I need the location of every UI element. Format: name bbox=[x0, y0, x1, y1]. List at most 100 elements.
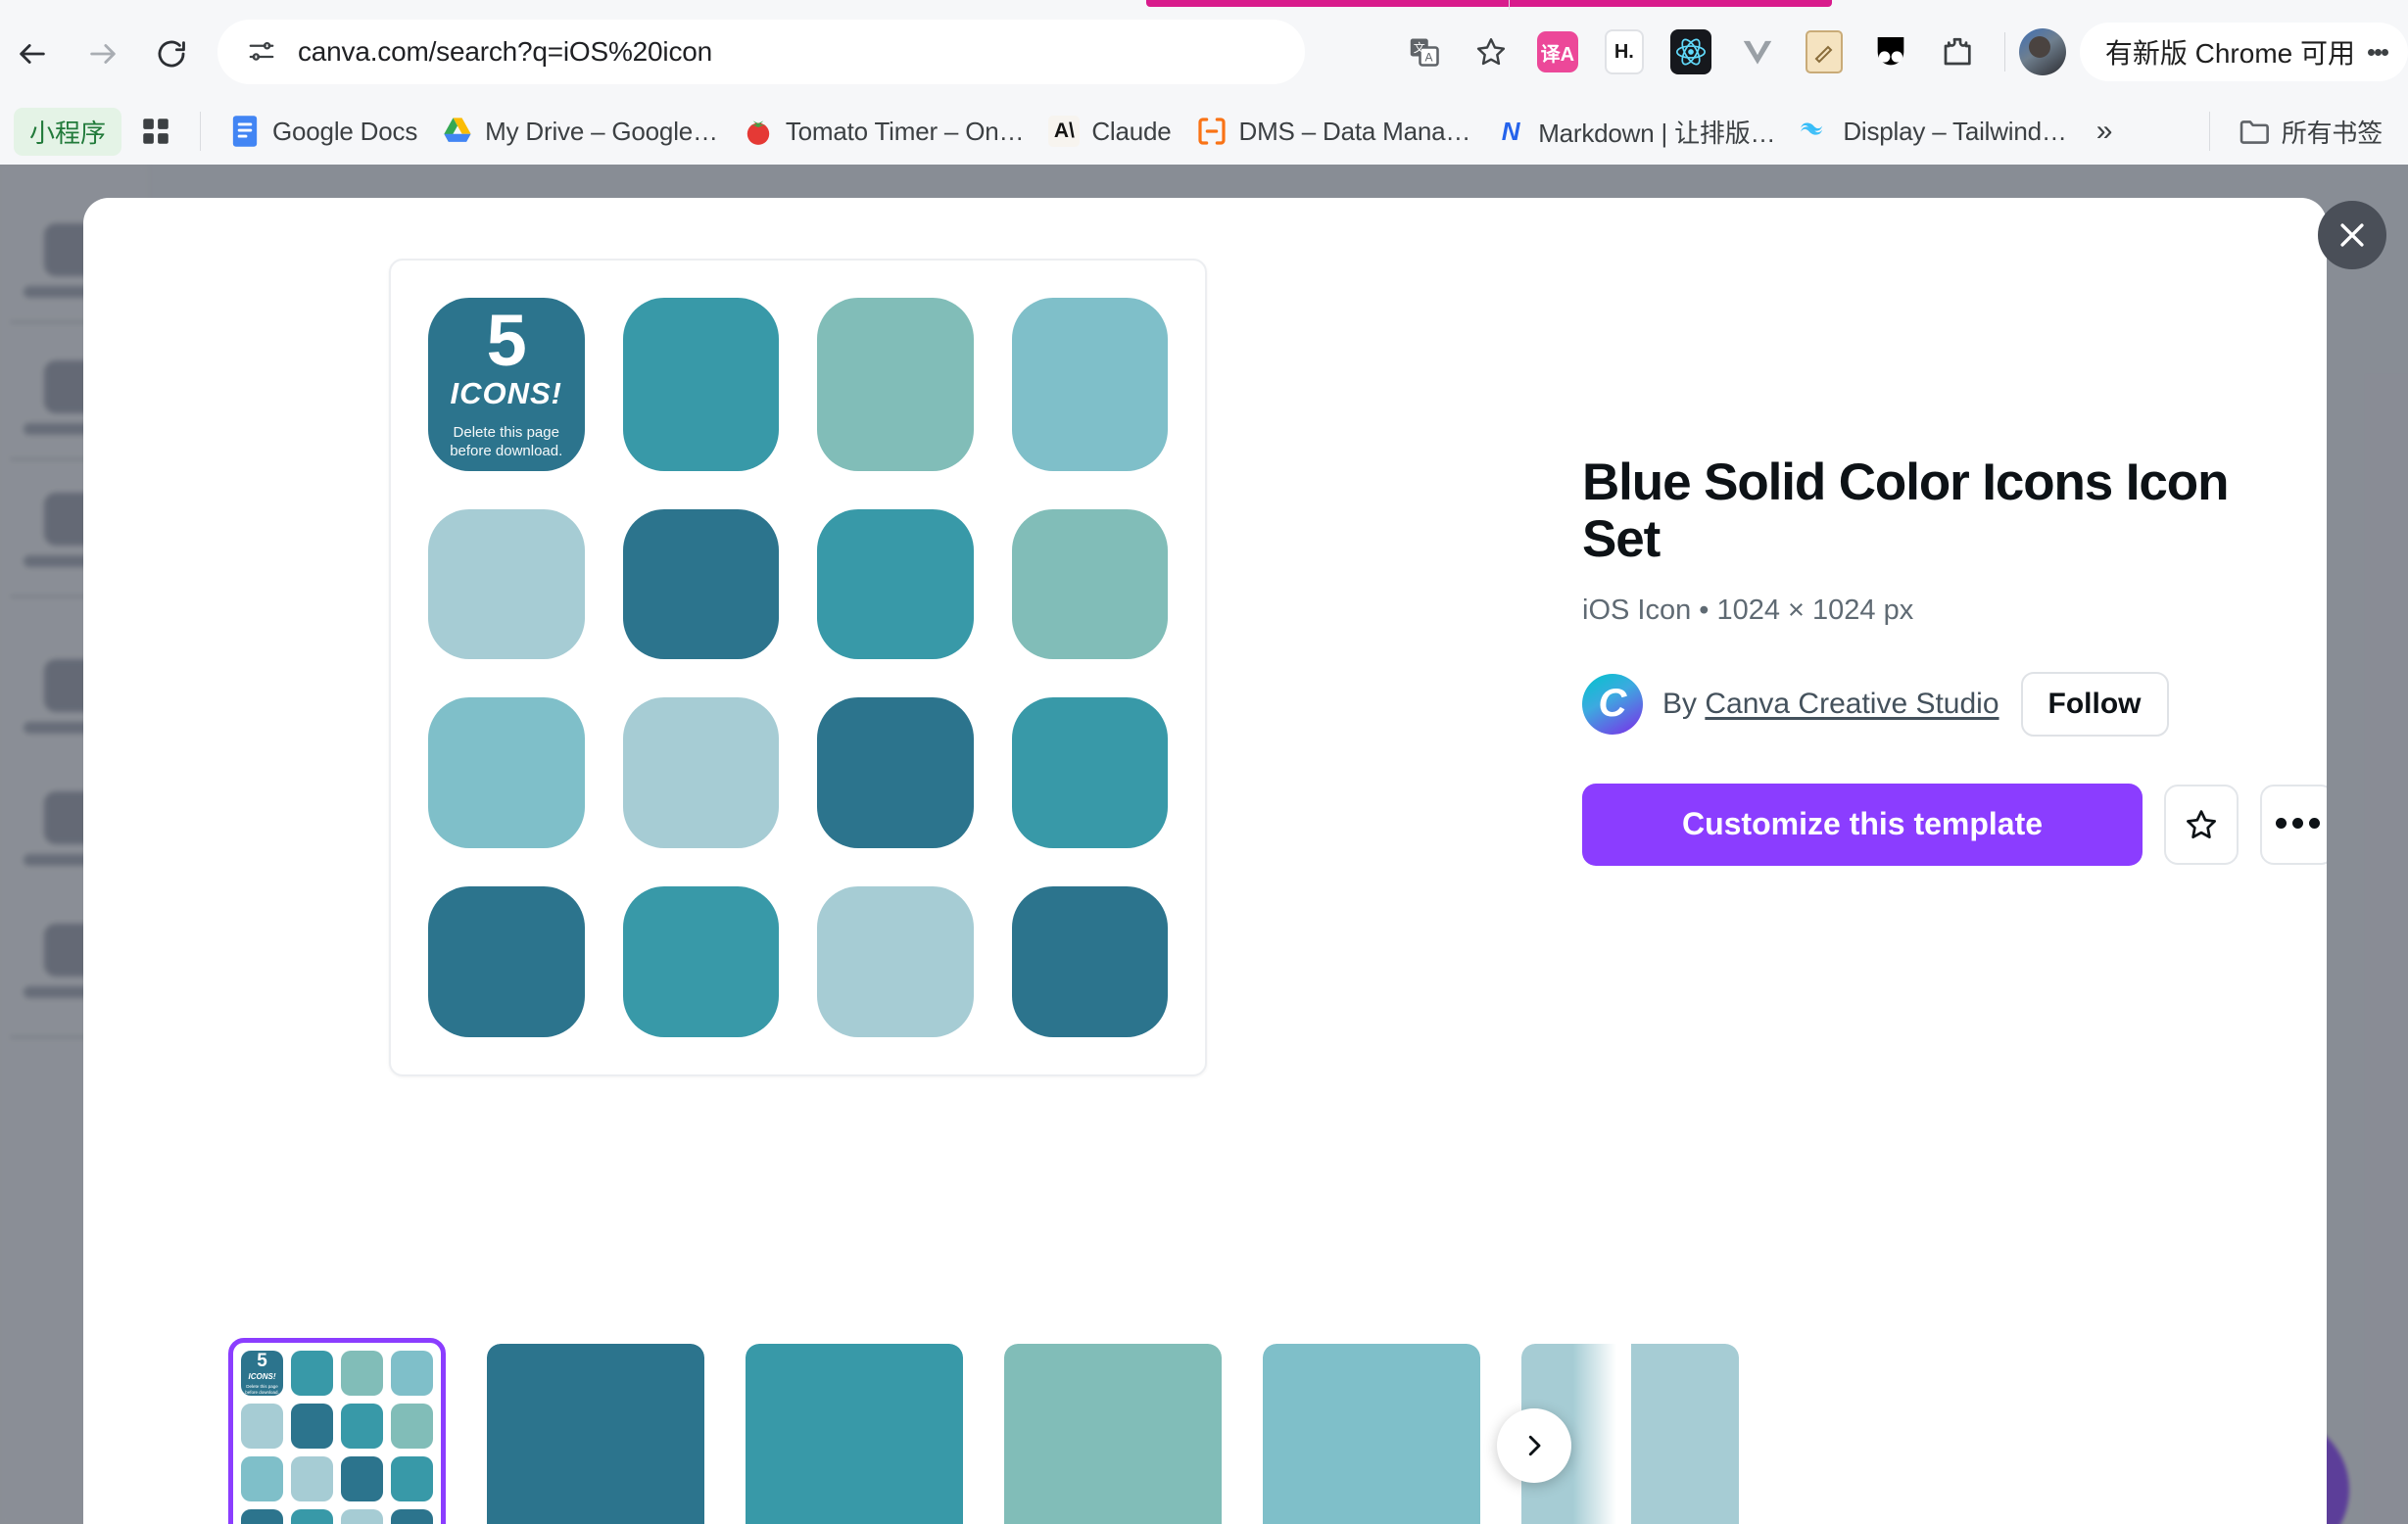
thumb-solid-teal[interactable] bbox=[746, 1344, 963, 1524]
close-icon[interactable] bbox=[2318, 201, 2386, 269]
icon-grid: 5 ICONS! Delete this page before download… bbox=[428, 298, 1168, 1037]
icon-tile bbox=[622, 697, 779, 849]
markdown-icon: N bbox=[1501, 116, 1520, 146]
customize-template-button[interactable]: Customize this template bbox=[1582, 783, 2143, 866]
address-bar[interactable]: canva.com/search?q=iOS%20icon bbox=[217, 20, 1305, 84]
active-tab-indicator[interactable] bbox=[1146, 0, 1832, 7]
bookmark-tomato-timer[interactable]: Tomato Timer – On… bbox=[730, 106, 1035, 157]
reload-button[interactable] bbox=[145, 27, 198, 80]
apps-grid-icon[interactable] bbox=[127, 106, 184, 157]
thumb-solid-sage[interactable] bbox=[1004, 1344, 1222, 1524]
thumb-mini-tile bbox=[241, 1404, 283, 1449]
thumb-grid[interactable]: 5 ICONS! Delete this page before download. bbox=[228, 1338, 446, 1524]
thumb-solid-dark[interactable] bbox=[487, 1344, 704, 1524]
claude-icon: A\ bbox=[1047, 115, 1081, 148]
star-outline-icon[interactable] bbox=[2164, 784, 2239, 865]
icon-tile bbox=[1011, 508, 1168, 660]
icon-tile bbox=[622, 886, 779, 1037]
icon-tile bbox=[817, 697, 974, 849]
ext-dark-reader-icon[interactable] bbox=[1863, 24, 1918, 79]
thumb-solid-fill bbox=[1263, 1344, 1480, 1524]
icon-tile bbox=[1011, 298, 1168, 471]
bookmark-dms[interactable]: DMS – Data Mana… bbox=[1183, 106, 1483, 157]
template-detail-modal: 5 ICONS! Delete this page before download… bbox=[83, 198, 2327, 1524]
thumb-mini-tile bbox=[391, 1456, 433, 1501]
thumb-mini-tile bbox=[391, 1404, 433, 1449]
page-thumbnail-strip: 5 ICONS! Delete this page before download. bbox=[228, 1338, 2327, 1524]
bookmark-label: Markdown | 让排版… bbox=[1538, 118, 1776, 148]
thumb-solid-fill bbox=[487, 1344, 704, 1524]
icon-tile bbox=[817, 298, 974, 471]
author-link[interactable]: Canva Creative Studio bbox=[1705, 688, 1999, 720]
folder-icon bbox=[2238, 115, 2271, 148]
ext-immersive-translate-icon[interactable]: 译A bbox=[1530, 24, 1585, 79]
thumb-mini-grid: 5 ICONS! Delete this page before download. bbox=[241, 1351, 433, 1524]
thumb-solid-sky[interactable] bbox=[1263, 1344, 1480, 1524]
browser-chrome: canva.com/search?q=iOS%20icon A 文 译A H. … bbox=[0, 0, 2408, 165]
mini-apps-chip[interactable]: 小程序 bbox=[14, 107, 122, 156]
thumb-mini-tile bbox=[341, 1351, 383, 1396]
thumb-mini-tile: 5 ICONS! Delete this page before download. bbox=[241, 1351, 283, 1396]
tune-icon[interactable] bbox=[239, 29, 284, 74]
icon-tile bbox=[622, 508, 779, 660]
bookmark-claude[interactable]: A\ Claude bbox=[1035, 106, 1182, 157]
badge-note: Delete this page before download. bbox=[450, 424, 563, 459]
ext-notepad-icon[interactable] bbox=[1797, 24, 1852, 79]
thumb-mini-tile bbox=[341, 1509, 383, 1524]
google-docs-icon bbox=[228, 115, 262, 148]
icon-tile bbox=[428, 697, 585, 849]
bookmarks-overflow-icon[interactable]: » bbox=[2079, 115, 2131, 148]
icon-tile bbox=[428, 508, 585, 660]
action-row: Customize this template bbox=[1582, 783, 2327, 866]
icon-tile bbox=[1011, 697, 1168, 849]
svg-text:文: 文 bbox=[1414, 40, 1425, 55]
back-button[interactable] bbox=[6, 27, 59, 80]
dms-icon bbox=[1195, 115, 1228, 148]
thumb-mini-tile bbox=[291, 1351, 333, 1396]
all-bookmarks-label: 所有书签 bbox=[2281, 118, 2383, 148]
bookmark-label: Display – Tailwind… bbox=[1843, 116, 2067, 146]
badge-number: 5 bbox=[486, 300, 527, 381]
thumb-mini-tile bbox=[291, 1456, 333, 1501]
icon-tile bbox=[817, 886, 974, 1037]
badge-word: ICONS! bbox=[450, 376, 562, 411]
ext-vue-devtools-icon[interactable] bbox=[1730, 24, 1785, 79]
kebab-menu-icon[interactable] bbox=[2355, 24, 2400, 79]
thumb-mini-tile bbox=[241, 1456, 283, 1501]
template-preview-card[interactable]: 5 ICONS! Delete this page before download… bbox=[389, 259, 1207, 1076]
translate-icon[interactable]: A 文 bbox=[1397, 24, 1452, 79]
bookmark-label: My Drive – Google… bbox=[485, 116, 718, 146]
bookmark-markdown[interactable]: N Markdown | 让排版… bbox=[1482, 106, 1787, 157]
thumb-mini-tile bbox=[341, 1456, 383, 1501]
template-details: Blue Solid Color Icons Icon Set iOS Icon… bbox=[1582, 453, 2327, 866]
template-meta: iOS Icon • 1024 × 1024 px bbox=[1582, 594, 1914, 626]
toolbar-divider bbox=[2003, 32, 2005, 71]
chevron-right-icon[interactable] bbox=[1497, 1408, 1571, 1483]
more-horizontal-icon[interactable] bbox=[2260, 784, 2327, 865]
bookmark-tailwind[interactable]: Display – Tailwind… bbox=[1787, 106, 2078, 157]
bookmark-label: Claude bbox=[1091, 116, 1172, 146]
canva-logo-icon: C bbox=[1582, 673, 1643, 735]
icon-tile bbox=[428, 886, 585, 1037]
ext-puzzle-icon[interactable] bbox=[1930, 24, 1985, 79]
thumb-solid-fill bbox=[746, 1344, 963, 1524]
all-bookmarks-button[interactable]: 所有书签 bbox=[2226, 106, 2394, 157]
chrome-update-label: 有新版 Chrome 可用 bbox=[2104, 38, 2355, 69]
thumb-mini-tile bbox=[391, 1509, 433, 1524]
follow-button[interactable]: Follow bbox=[2020, 671, 2169, 737]
icon-tile-badge: 5 ICONS! Delete this page before download… bbox=[428, 298, 585, 471]
ext-react-devtools-icon[interactable] bbox=[1663, 24, 1718, 79]
chrome-update-button[interactable]: 有新版 Chrome 可用 bbox=[2079, 23, 2408, 81]
page-title: Blue Solid Color Icons Icon Set bbox=[1582, 453, 2229, 569]
icon-tile bbox=[1011, 886, 1168, 1037]
bookmark-star-icon[interactable] bbox=[1464, 24, 1518, 79]
ext-hypothesis-icon[interactable]: H. bbox=[1597, 24, 1652, 79]
bookmark-my-drive[interactable]: My Drive – Google… bbox=[429, 106, 730, 157]
tomato-icon bbox=[742, 115, 775, 148]
thumb-mini-tile bbox=[341, 1404, 383, 1449]
avatar[interactable] bbox=[2018, 28, 2066, 75]
bookmark-google-docs[interactable]: Google Docs bbox=[217, 106, 429, 157]
bookmark-label: Tomato Timer – On… bbox=[785, 116, 1025, 146]
author-byline: C By Canva Creative Studio Follow bbox=[1582, 671, 2288, 737]
forward-button[interactable] bbox=[76, 27, 129, 80]
